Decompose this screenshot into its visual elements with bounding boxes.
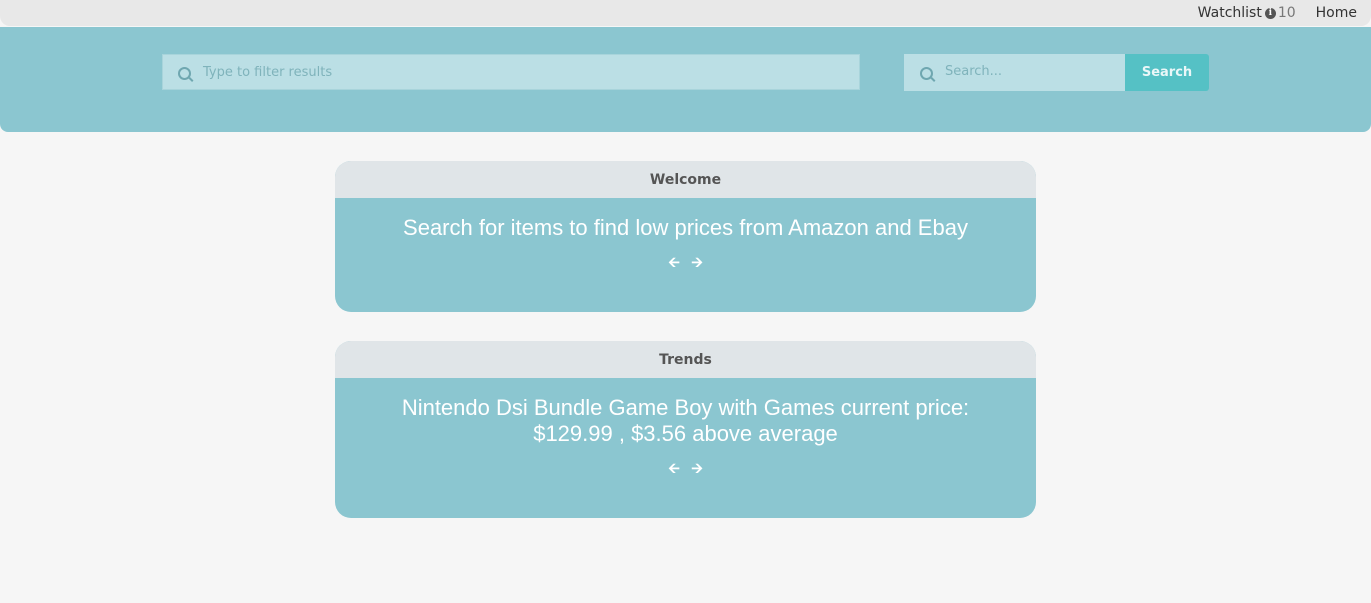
arrow-left-icon[interactable]: 🡨 (667, 255, 682, 269)
card-text: Nintendo Dsi Bundle Game Boy with Games … (401, 395, 970, 446)
welcome-card: Welcome Search for items to find low pri… (335, 161, 1036, 312)
home-link[interactable]: Home (1316, 5, 1357, 21)
watchlist-link[interactable]: Watchlist i 10 (1198, 5, 1296, 21)
arrow-right-icon[interactable]: 🡪 (690, 255, 705, 269)
search-placeholder: Search... (945, 64, 1003, 79)
watchlist-label: Watchlist (1197, 5, 1262, 21)
carousel-controls: 🡨 🡪 (335, 461, 1036, 475)
search-button[interactable]: Search (1125, 54, 1209, 91)
card-header: Trends (335, 341, 1036, 378)
filter-placeholder: Type to filter results (203, 65, 333, 80)
info-icon: i (1264, 7, 1276, 19)
search-icon (178, 67, 191, 80)
trends-card: Trends Nintendo Dsi Bundle Game Boy with… (335, 341, 1036, 518)
arrow-right-icon[interactable]: 🡪 (690, 461, 705, 475)
nav-links: Watchlist i 10 Home (1198, 5, 1357, 21)
card-text: Search for items to find low prices from… (403, 215, 968, 240)
top-nav-bar: Watchlist i 10 Home (0, 0, 1371, 26)
arrow-left-icon[interactable]: 🡨 (667, 461, 682, 475)
search-icon (920, 67, 933, 80)
filter-input[interactable]: Type to filter results (162, 54, 860, 90)
carousel-controls: 🡨 🡪 (335, 255, 1036, 269)
card-header: Welcome (335, 161, 1036, 198)
watchlist-count: 10 (1277, 5, 1296, 21)
search-banner: Type to filter results Search... Search (0, 27, 1371, 132)
search-input[interactable]: Search... (904, 54, 1125, 91)
